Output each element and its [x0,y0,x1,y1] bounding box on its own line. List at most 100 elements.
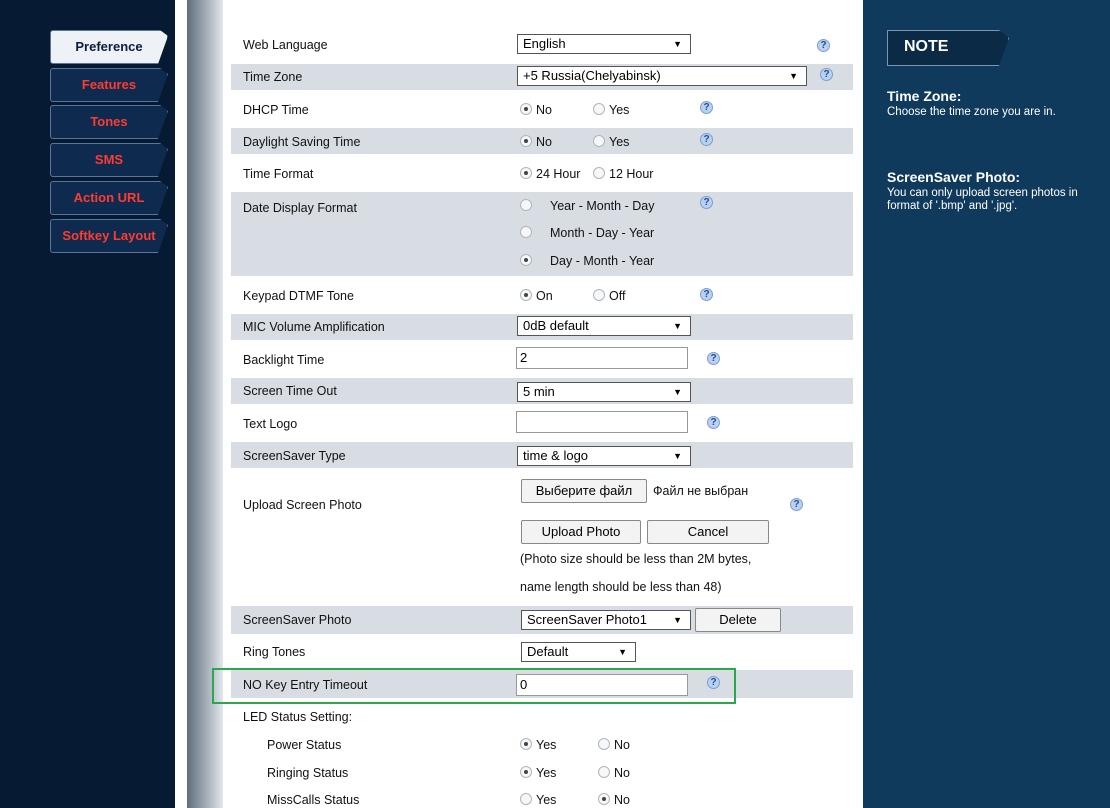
nav-action-url[interactable]: Action URL [50,181,168,215]
help-icon[interactable]: ? [790,498,803,511]
mic-volume-value: 0dB default [523,318,589,333]
dhcp-yes-label: Yes [609,103,630,117]
delete-button[interactable]: Delete [695,608,781,632]
help-icon[interactable]: ? [707,416,720,429]
choose-file-button[interactable]: Выберите файл [521,479,647,503]
screen-timeout-select[interactable]: 5 min ▼ [517,382,691,402]
ring-tones-select[interactable]: Default ▼ [521,642,636,662]
help-icon[interactable]: ? [700,288,713,301]
misscalls-yes-label: Yes [536,793,557,807]
nav-softkey-layout[interactable]: Softkey Layout [50,219,168,253]
screensaver-photo-label: ScreenSaver Photo [243,613,352,627]
backlight-label: Backlight Time [243,353,325,367]
help-icon[interactable]: ? [820,68,833,81]
help-icon[interactable]: ? [707,352,720,365]
misscalls-no-label: No [614,793,630,807]
mic-volume-label: MIC Volume Amplification [243,320,385,334]
dhcp-yes-radio[interactable] [593,103,605,115]
chevron-down-icon: ▼ [673,615,682,625]
dtmf-on-radio[interactable] [520,289,532,301]
chevron-down-icon: ▼ [789,71,798,81]
text-logo-input[interactable] [516,411,688,433]
ringing-no-label: No [614,766,630,780]
note-text-screensaver-photo: You can only upload screen photos in for… [887,187,1078,212]
settings-form: Web Language English ▼ ? Time Zone +5 Rus… [212,0,863,808]
note-heading-screensaver-photo: ScreenSaver Photo: [887,169,1021,185]
led-status-label: LED Status Setting: [243,710,353,724]
row-date-display: Date Display Format [231,192,853,276]
dhcp-time-label: DHCP Time [243,103,309,117]
ringing-no-radio[interactable] [598,766,610,778]
web-language-value: English [523,36,566,51]
power-no-radio[interactable] [598,738,610,750]
upload-photo-label: Upload Screen Photo [243,498,362,512]
daylight-saving-label: Daylight Saving Time [243,135,361,149]
screen-timeout-label: Screen Time Out [243,384,337,398]
date-dmy-radio[interactable] [520,254,532,266]
row-led-status: LED Status Setting: [231,704,853,730]
misscalls-status-label: MissCalls Status [267,793,360,807]
help-icon[interactable]: ? [817,39,830,52]
help-icon[interactable]: ? [700,196,713,209]
upload-note-length: name length should be less than 48) [520,580,722,594]
power-status-label: Power Status [267,738,342,752]
chevron-down-icon: ▼ [618,647,627,657]
mic-volume-select[interactable]: 0dB default ▼ [517,316,691,336]
date-ymd-label: Year - Month - Day [550,199,655,213]
screensaver-photo-value: ScreenSaver Photo1 [527,612,647,627]
date-dmy-label: Day - Month - Year [550,254,655,268]
daylight-no-radio[interactable] [520,135,532,147]
highlight-box [212,668,736,704]
daylight-no-label: No [536,135,552,149]
ringing-status-label: Ringing Status [267,766,349,780]
nav-tones[interactable]: Tones [50,105,168,139]
help-icon[interactable]: ? [700,133,713,146]
time-zone-select[interactable]: +5 Russia(Chelyabinsk) ▼ [517,66,807,86]
misscalls-yes-radio[interactable] [520,793,532,805]
screensaver-photo-select[interactable]: ScreenSaver Photo1 ▼ [521,610,691,630]
upload-photo-button[interactable]: Upload Photo [521,520,641,544]
help-icon[interactable]: ? [700,101,713,114]
time-format-12-radio[interactable] [593,167,605,179]
power-yes-radio[interactable] [520,738,532,750]
time-format-24-label: 24 Hour [536,167,581,181]
upload-note-size: (Photo size should be less than 2M bytes… [520,552,752,566]
nav-sms[interactable]: SMS [50,143,168,177]
note-panel: NOTE Time Zone: Choose the time zone you… [863,0,1110,808]
time-format-label: Time Format [243,167,314,181]
date-display-label: Date Display Format [243,201,357,215]
no-file-label: Файл не выбран [653,484,749,498]
backlight-input[interactable]: 2 [516,347,688,369]
daylight-yes-label: Yes [609,135,630,149]
screen-timeout-value: 5 min [523,384,555,399]
ring-tones-value: Default [527,644,569,659]
nav-preference[interactable]: Preference [50,30,168,64]
screensaver-type-value: time & logo [523,448,589,463]
text-logo-label: Text Logo [243,417,298,431]
note-heading-time-zone: Time Zone: [887,88,962,104]
dhcp-no-radio[interactable] [520,103,532,115]
chevron-down-icon: ▼ [673,451,682,461]
note-text-time-zone: Choose the time zone you are in. [887,106,1056,118]
chevron-down-icon: ▼ [673,387,682,397]
keypad-dtmf-label: Keypad DTMF Tone [243,289,354,303]
ringing-yes-radio[interactable] [520,766,532,778]
web-language-select[interactable]: English ▼ [517,34,691,54]
divider [175,0,187,808]
nav-features[interactable]: Features [50,68,168,102]
chevron-down-icon: ▼ [673,39,682,49]
web-language-label: Web Language [243,38,328,52]
power-yes-label: Yes [536,738,557,752]
date-ymd-radio[interactable] [520,199,532,211]
daylight-yes-radio[interactable] [593,135,605,147]
time-format-24-radio[interactable] [520,167,532,179]
date-mdy-radio[interactable] [520,226,532,238]
screensaver-type-select[interactable]: time & logo ▼ [517,446,691,466]
ring-tones-label: Ring Tones [243,645,306,659]
dtmf-on-label: On [536,289,553,303]
time-zone-label: Time Zone [243,70,303,84]
cancel-button[interactable]: Cancel [647,520,769,544]
misscalls-no-radio[interactable] [598,793,610,805]
dtmf-off-radio[interactable] [593,289,605,301]
screensaver-type-label: ScreenSaver Type [243,449,346,463]
